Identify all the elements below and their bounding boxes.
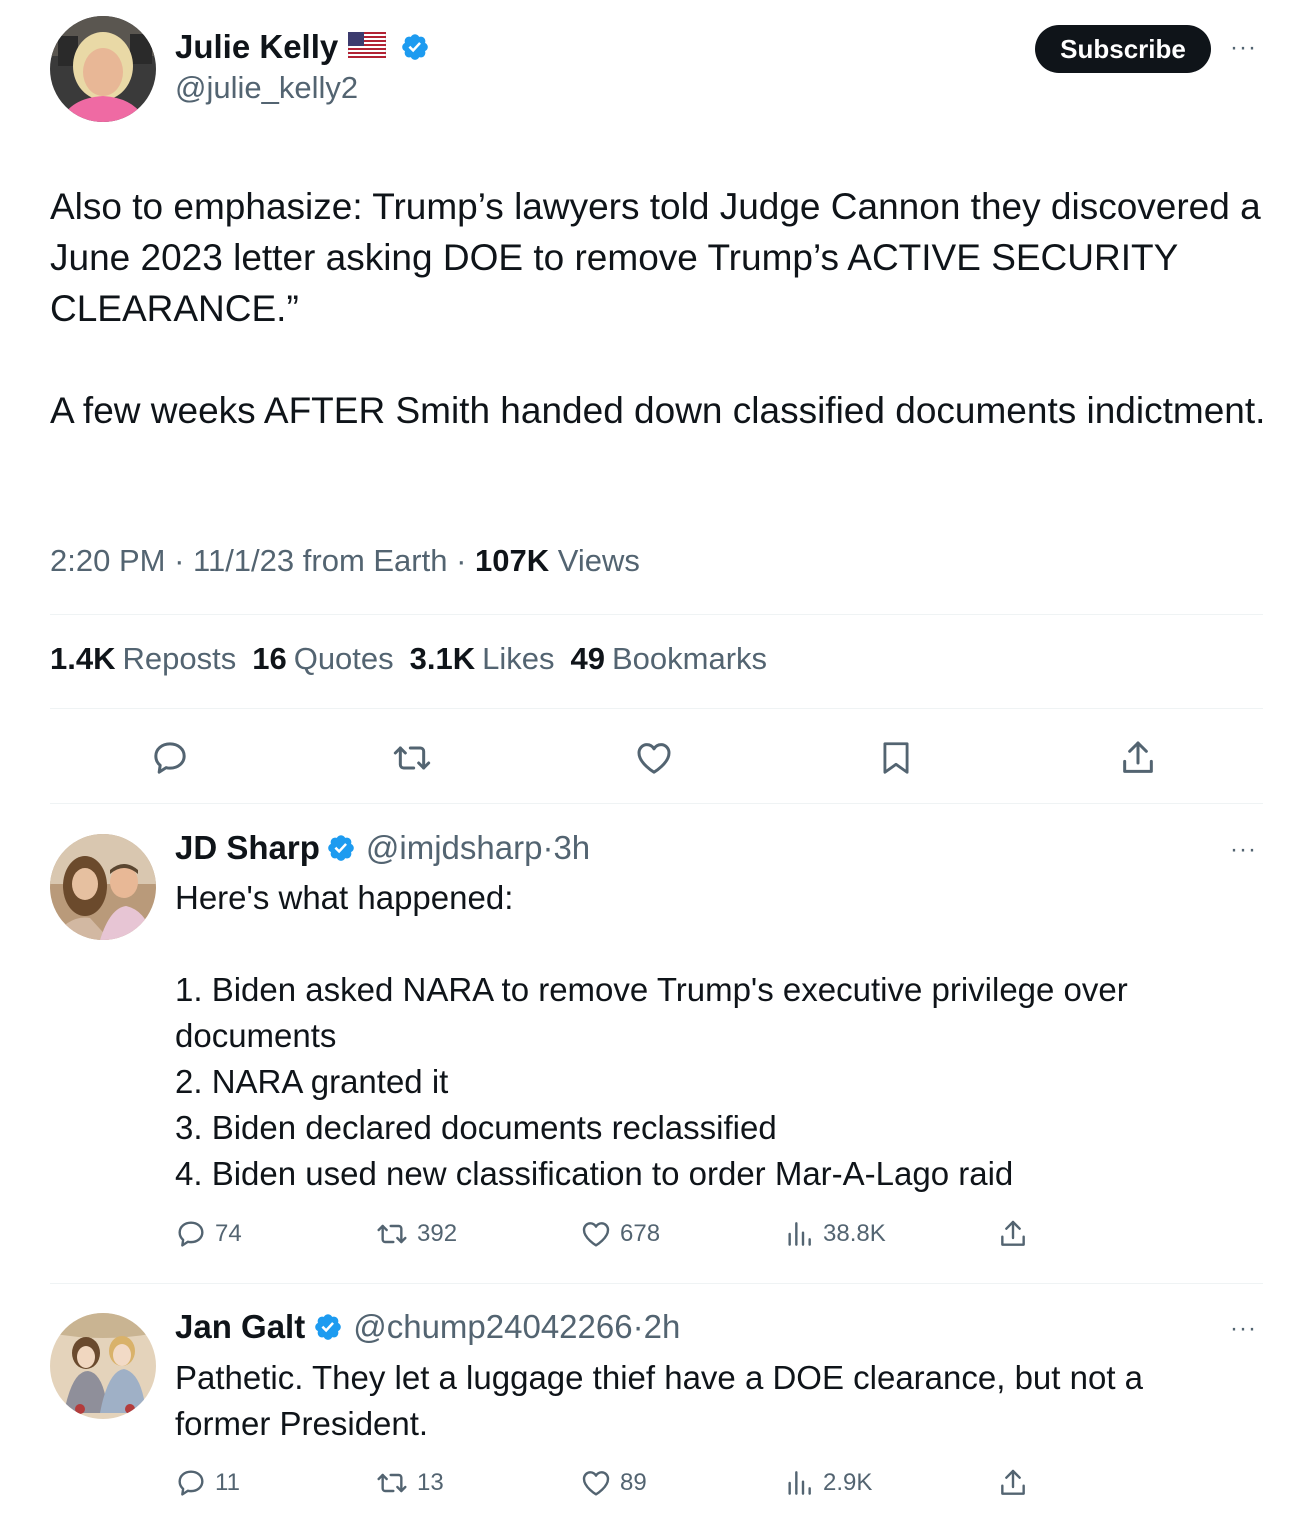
divider <box>50 614 1263 615</box>
reply-header: JD Sharp @imjdsharp · 3h <box>175 829 590 867</box>
views-label: Views <box>549 543 640 578</box>
repost-count: 13 <box>417 1469 444 1496</box>
tweet-text: Also to emphasize: Trump’s lawyers told … <box>50 186 1266 431</box>
views-count: 38.8K <box>823 1220 886 1247</box>
author-name-row: Julie Kelly <box>175 28 430 66</box>
reply-button[interactable]: 74 <box>175 1218 242 1250</box>
reposts-stat[interactable]: 1.4K Reposts <box>50 641 236 677</box>
views-button[interactable]: 2.9K <box>783 1467 872 1499</box>
divider <box>50 708 1263 709</box>
reply-separator: · <box>542 829 554 866</box>
bookmark-icon[interactable] <box>877 738 915 778</box>
author-avatar[interactable] <box>50 16 156 122</box>
reply-author-handle[interactable]: @imjdsharp <box>366 829 543 867</box>
views-count: 107K <box>475 543 550 578</box>
like-icon[interactable] <box>634 738 674 778</box>
bookmarks-stat[interactable]: 49 Bookmarks <box>571 641 768 677</box>
like-count: 678 <box>620 1220 661 1247</box>
likes-count: 3.1K <box>409 641 476 676</box>
divider <box>50 1283 1263 1284</box>
like-button[interactable]: 678 <box>580 1218 660 1250</box>
more-options-icon[interactable]: ··· <box>1230 838 1257 862</box>
quotes-label: Quotes <box>293 641 394 676</box>
repost-count: 392 <box>417 1220 458 1247</box>
reply-time[interactable]: 3h <box>553 829 590 867</box>
more-options-icon[interactable]: ··· <box>1230 36 1257 60</box>
engagement-stats: 1.4K Reposts 16 Quotes 3.1K Likes 49 Bookmar… <box>50 641 767 677</box>
more-options-icon[interactable]: ··· <box>1230 1317 1257 1341</box>
reposts-label: Reposts <box>122 641 237 676</box>
share-icon[interactable] <box>1118 738 1158 778</box>
author-name[interactable]: Julie Kelly <box>175 28 338 66</box>
reply-separator: · <box>632 1308 644 1345</box>
reply-time[interactable]: 2h <box>644 1308 681 1346</box>
flag-icon <box>347 31 387 63</box>
views-button[interactable]: 38.8K <box>783 1218 886 1250</box>
reply-author-name[interactable]: Jan Galt <box>175 1308 305 1346</box>
likes-stat[interactable]: 3.1K Likes <box>410 641 555 677</box>
bookmarks-count: 49 <box>570 641 605 676</box>
reply-avatar[interactable] <box>50 834 156 940</box>
verified-badge-icon[interactable] <box>313 1312 343 1342</box>
repost-icon[interactable] <box>391 738 433 778</box>
meta-separator: · <box>447 543 476 578</box>
verified-badge-icon[interactable] <box>326 833 356 863</box>
tweet-meta: 2:20 PM · 11/1/23 from Earth · 107K View… <box>50 543 640 579</box>
reply-author-handle[interactable]: @chump24042266 <box>353 1308 632 1346</box>
reply-text: Pathetic. They let a luggage thief have … <box>175 1359 1153 1442</box>
bookmarks-label: Bookmarks <box>612 641 768 676</box>
like-count: 89 <box>620 1469 647 1496</box>
tweet-source: from Earth <box>294 543 448 578</box>
divider <box>50 803 1263 804</box>
views-count: 2.9K <box>823 1469 873 1496</box>
quotes-stat[interactable]: 16 Quotes <box>252 641 393 677</box>
reply-avatar[interactable] <box>50 1313 156 1419</box>
repost-button[interactable]: 13 <box>375 1467 444 1499</box>
reply-text: Here's what happened: 1. Biden asked NAR… <box>175 879 1128 1192</box>
reposts-count: 1.4K <box>50 641 116 676</box>
like-button[interactable]: 89 <box>580 1467 647 1499</box>
share-icon[interactable] <box>997 1467 1037 1499</box>
meta-separator: · <box>165 543 194 578</box>
tweet-date[interactable]: 11/1/23 <box>193 543 294 578</box>
reply-icon[interactable] <box>150 738 190 778</box>
reply-button[interactable]: 11 <box>175 1467 240 1499</box>
reply-header: Jan Galt @chump24042266 · 2h <box>175 1308 680 1346</box>
tweet-time[interactable]: 2:20 PM <box>50 543 165 578</box>
reply-count: 11 <box>215 1469 240 1496</box>
likes-label: Likes <box>482 641 555 676</box>
author-handle[interactable]: @julie_kelly2 <box>175 70 358 106</box>
subscribe-button[interactable]: Subscribe <box>1035 25 1211 73</box>
repost-button[interactable]: 392 <box>375 1218 457 1250</box>
reply-count: 74 <box>215 1220 242 1247</box>
share-icon[interactable] <box>997 1218 1037 1250</box>
verified-badge-icon[interactable] <box>400 32 430 62</box>
quotes-count: 16 <box>252 641 287 676</box>
reply-author-name[interactable]: JD Sharp <box>175 829 320 867</box>
